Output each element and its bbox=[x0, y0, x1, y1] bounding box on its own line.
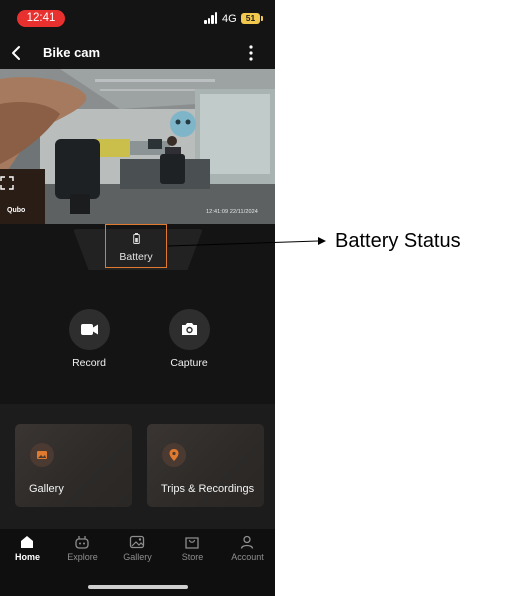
gallery-tile-label: Gallery bbox=[29, 483, 64, 495]
location-pin-icon bbox=[162, 443, 186, 467]
gallery-tile-icon bbox=[30, 443, 54, 467]
capture-label: Capture bbox=[170, 357, 208, 369]
status-bar: 12:41 4G 51 bbox=[0, 0, 275, 38]
nav-label: Home bbox=[14, 552, 40, 562]
back-icon[interactable] bbox=[8, 43, 26, 63]
header: Bike cam bbox=[0, 38, 275, 68]
video-camera-icon bbox=[81, 324, 98, 335]
trips-tile-label: Trips & Recordings bbox=[161, 483, 255, 495]
preview-watermark: Qubo bbox=[7, 207, 26, 214]
annotation-label: Battery Status bbox=[335, 230, 461, 252]
battery-tip bbox=[261, 16, 263, 21]
nav-label: Gallery bbox=[123, 552, 152, 562]
phone-screen: 12:41 4G 51 Bike cam Qubo 12:41:09 22/11… bbox=[0, 0, 275, 596]
battery-level-badge: 51 bbox=[241, 13, 260, 24]
store-icon bbox=[185, 537, 199, 549]
camera-preview-scene bbox=[0, 69, 275, 224]
network-type: 4G bbox=[222, 13, 237, 25]
page-title: Bike cam bbox=[43, 45, 101, 60]
preview-timestamp: 12:41:09 22/11/2024 bbox=[206, 209, 258, 215]
nav-label: Explore bbox=[67, 552, 98, 562]
camera-icon bbox=[182, 323, 197, 335]
nav-item-gallery[interactable]: Gallery bbox=[110, 529, 165, 569]
status-time: 12:41 bbox=[17, 10, 65, 27]
capture-button[interactable] bbox=[169, 309, 210, 350]
signal-icon bbox=[204, 12, 218, 24]
camera-preview[interactable] bbox=[0, 69, 275, 224]
account-icon bbox=[240, 535, 254, 549]
record-label: Record bbox=[72, 357, 106, 369]
record-button[interactable] bbox=[69, 309, 110, 350]
robot-icon bbox=[75, 536, 89, 549]
annotation-arrow bbox=[167, 237, 326, 247]
battery-icon bbox=[133, 233, 140, 244]
more-options-icon[interactable] bbox=[246, 44, 256, 62]
nav-label: Account bbox=[231, 552, 264, 562]
home-icon bbox=[21, 536, 33, 548]
nav-item-store[interactable]: Store bbox=[165, 529, 220, 569]
nav-item-account[interactable]: Account bbox=[220, 529, 275, 569]
gallery-icon bbox=[129, 535, 145, 549]
fullscreen-icon[interactable] bbox=[0, 176, 14, 190]
home-indicator bbox=[88, 585, 188, 589]
nav-item-home[interactable]: Home bbox=[0, 529, 55, 569]
battery-label: Battery bbox=[119, 251, 153, 263]
nav-label: Store bbox=[181, 552, 204, 562]
nav-item-explore[interactable]: Explore bbox=[55, 529, 110, 569]
